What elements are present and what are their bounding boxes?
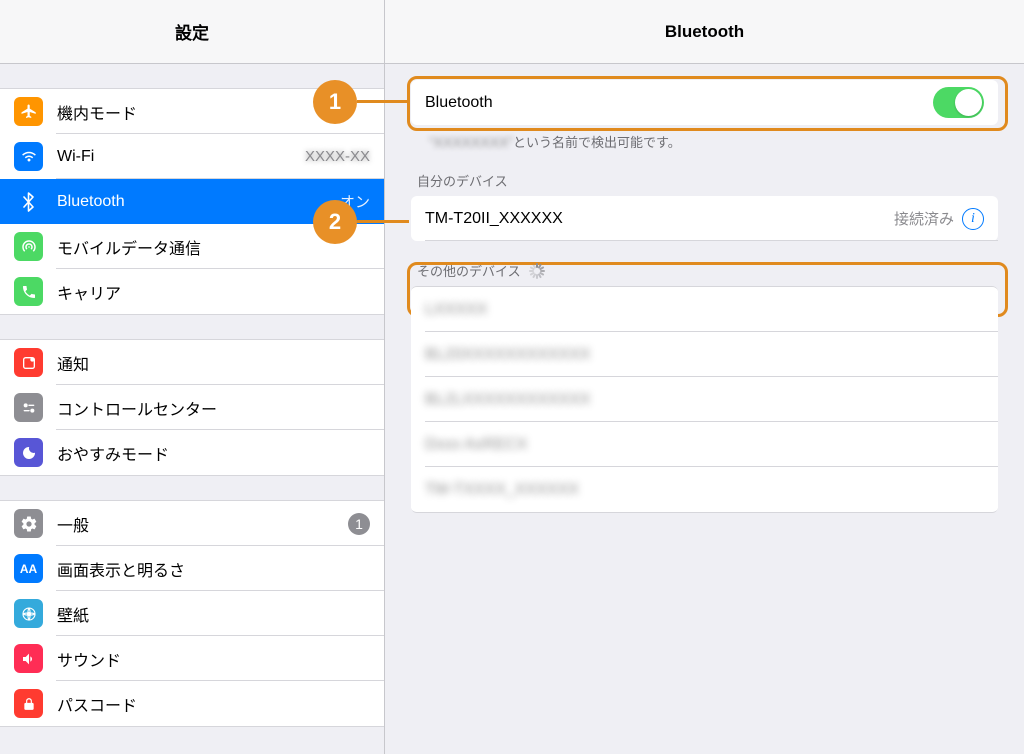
other-device-row[interactable]: LXXXXX [411,287,998,332]
sidebar-item-notifications[interactable]: 通知 [0,340,384,385]
bluetooth-icon [14,187,43,216]
wifi-icon [14,142,43,171]
cellular-icon [14,232,43,261]
callout-badge-2: 2 [313,200,357,244]
settings-app: 設定 機内モード Wi-Fi XXXX-XX B [0,0,1024,754]
bluetooth-label: Bluetooth [57,193,340,211]
sidebar-item-sounds[interactable]: サウンド [0,636,384,681]
dnd-label: おやすみモード [57,441,370,465]
other-device-row[interactable]: Dxxx AxRECX [411,422,998,467]
bluetooth-toggle[interactable] [933,87,984,118]
other-device-row[interactable]: TM-TXXXX_XXXXXX [411,467,998,512]
passcode-label: パスコード [57,692,370,716]
detail-title: Bluetooth [665,22,744,42]
carrier-label: キャリア [57,280,370,304]
notifications-label: 通知 [57,351,370,375]
airplane-icon [14,97,43,126]
other-devices-header: その他のデバイス [385,241,1024,286]
spinner-icon [529,263,545,279]
my-devices-header: 自分のデバイス [385,151,1024,196]
other-device-row[interactable]: BL2LXXXXXXXXXXXX [411,377,998,422]
sounds-label: サウンド [57,647,370,671]
control-center-label: コントロールセンター [57,396,370,420]
my-device-name: TM-T20II_XXXXXX [425,210,894,228]
notifications-icon [14,348,43,377]
other-devices-list: LXXXXX BL20XXXXXXXXXXXX BL2LXXXXXXXXXXXX… [411,286,998,513]
sidebar-title: 設定 [175,19,209,44]
phone-icon [14,277,43,306]
gear-icon [14,509,43,538]
general-badge: 1 [348,513,370,535]
info-icon[interactable]: i [962,208,984,230]
device-name-blurred: “XXXXXXXX” [429,134,513,150]
sidebar-item-dnd[interactable]: おやすみモード [0,430,384,475]
my-device-row[interactable]: TM-T20II_XXXXXX 接続済み i [411,196,998,241]
lock-icon [14,689,43,718]
wallpaper-icon [14,599,43,628]
sidebar-group-general: 一般 1 AA 画面表示と明るさ 壁紙 サウンド [0,500,384,727]
moon-icon [14,438,43,467]
callout-badge-1: 1 [313,80,357,124]
bluetooth-toggle-row: Bluetooth [411,80,998,125]
display-label: 画面表示と明るさ [57,557,370,581]
speaker-icon [14,644,43,673]
callout-line-1 [357,100,409,103]
wallpaper-label: 壁紙 [57,602,370,626]
sidebar-item-control-center[interactable]: コントロールセンター [0,385,384,430]
detail-body: Bluetooth “XXXXXXXX”という名前で検出可能です。 自分のデバイ… [385,64,1024,754]
control-center-icon [14,393,43,422]
wifi-value: XXXX-XX [305,148,370,165]
detail-pane: Bluetooth Bluetooth “XXXXXXXX”という名前で検出可能… [385,0,1024,754]
general-label: 一般 [57,512,348,536]
wifi-label: Wi-Fi [57,148,305,166]
sidebar-item-wifi[interactable]: Wi-Fi XXXX-XX [0,134,384,179]
callout-line-2 [357,220,409,223]
detail-header: Bluetooth [385,0,1024,64]
bluetooth-toggle-label: Bluetooth [425,94,933,112]
sidebar-item-display[interactable]: AA 画面表示と明るさ [0,546,384,591]
sidebar-header: 設定 [0,0,384,64]
sidebar-item-carrier[interactable]: キャリア [0,269,384,314]
sidebar-item-general[interactable]: 一般 1 [0,501,384,546]
discoverable-caption: “XXXXXXXX”という名前で検出可能です。 [385,125,1024,151]
sidebar-group-alerts: 通知 コントロールセンター おやすみモード [0,339,384,476]
sidebar-item-passcode[interactable]: パスコード [0,681,384,726]
my-device-status: 接続済み [894,208,954,229]
display-icon: AA [14,554,43,583]
other-device-row[interactable]: BL20XXXXXXXXXXXX [411,332,998,377]
sidebar-item-wallpaper[interactable]: 壁紙 [0,591,384,636]
